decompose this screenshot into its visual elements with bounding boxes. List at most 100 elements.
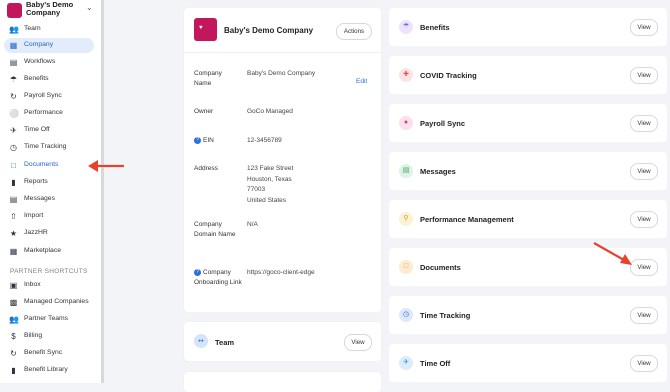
grid-icon: ▦ — [9, 247, 18, 256]
team-card: ●● Team View — [184, 322, 381, 361]
sidebar-item-label: Benefit Library — [24, 366, 68, 373]
users-icon: 👥 — [9, 315, 19, 324]
sidebar-item-payroll-sync[interactable]: ↻ Payroll Sync — [4, 89, 94, 104]
sidebar-item-label: Partner Teams — [24, 315, 69, 322]
sidebar-item-jazzhr[interactable]: ★ JazzHR — [4, 226, 94, 241]
next-card — [184, 372, 381, 392]
benefits-view-button[interactable]: View — [630, 19, 658, 36]
sidebar-item-label: Billing — [24, 332, 43, 339]
time-tracking-view-button[interactable]: View — [630, 307, 658, 324]
sidebar-item-time-off[interactable]: ✈ Time Off — [4, 123, 94, 138]
companies-icon: ▩ — [9, 298, 18, 307]
sidebar-item-label: Workflows — [24, 58, 56, 65]
sidebar: Baby's Demo Company ⌄ 👥 Team ▦ Company ▤… — [0, 0, 101, 383]
ein-label-text: EIN — [203, 137, 214, 144]
sidebar-item-performance[interactable]: ⚪ Performance — [4, 106, 94, 121]
sidebar-item-inbox[interactable]: ▣ Inbox — [4, 278, 94, 293]
sidebar-item-benefit-sync[interactable]: ↻ Benefit Sync — [4, 346, 94, 361]
module-card-covid: ✚ COVID Tracking View — [389, 56, 667, 94]
company-name-value: Baby's Demo Company — [247, 70, 316, 77]
messages-view-button[interactable]: View — [630, 163, 658, 180]
sidebar-item-label: Marketplace — [24, 247, 62, 254]
sidebar-item-label: Team — [24, 25, 41, 32]
help-icon[interactable]: ? — [194, 136, 201, 144]
company-switcher[interactable]: Baby's Demo Company ⌄ — [4, 0, 96, 20]
address-value: 123 Fake Street Houston, Texas 77003 Uni… — [247, 164, 293, 206]
ein-label: ? EIN — [194, 136, 214, 146]
module-card-time-tracking: ◷ Time Tracking View — [389, 296, 667, 334]
users-icon: 👥 — [9, 25, 19, 34]
message-icon: ▤ — [9, 195, 18, 204]
dollar-icon: $ — [11, 332, 16, 341]
sidebar-item-company[interactable]: ▦ Company — [4, 38, 94, 53]
sidebar-item-managed-companies[interactable]: ▩ Managed Companies — [4, 295, 94, 310]
sidebar-item-benefit-library[interactable]: ▮ Benefit Library — [4, 363, 94, 378]
team-view-button[interactable]: View — [344, 334, 372, 351]
address-line: Houston, Texas — [247, 175, 292, 183]
company-switcher-name: Baby's Demo Company — [26, 0, 74, 17]
module-title: Performance Management — [420, 215, 514, 224]
actions-button[interactable]: Actions — [336, 23, 372, 40]
plane-icon: ✈ — [399, 356, 413, 370]
sidebar-item-label: Payroll Sync — [24, 92, 62, 99]
time-off-view-button[interactable]: View — [630, 355, 658, 372]
team-card-title: Team — [215, 338, 235, 347]
payroll-view-button[interactable]: View — [630, 115, 658, 132]
document-icon: □ — [11, 161, 16, 170]
star-icon: ★ — [9, 229, 18, 238]
module-title: COVID Tracking — [420, 71, 477, 80]
inbox-icon: ▣ — [9, 281, 18, 290]
plane-icon: ✈ — [10, 126, 17, 135]
company-name-label: Company Name — [194, 70, 222, 87]
team-avatar-icon: ●● — [194, 334, 208, 348]
sidebar-item-messages[interactable]: ▤ Messages — [4, 192, 94, 207]
message-icon: ▤ — [399, 164, 413, 178]
module-title: Payroll Sync — [420, 119, 466, 128]
sidebar-item-label: Company — [24, 41, 54, 48]
award-icon: ⚲ — [399, 212, 413, 226]
sidebar-item-workflows[interactable]: ▤ Workflows — [4, 55, 94, 70]
sidebar-item-benefits[interactable]: ☂ Benefits — [4, 72, 94, 87]
sidebar-scrollbar[interactable] — [101, 0, 104, 383]
award-icon: ⚪ — [9, 109, 19, 118]
domain-label: Company Domain Name — [194, 221, 236, 238]
help-icon[interactable]: ? — [194, 268, 201, 276]
module-title: Documents — [420, 263, 461, 272]
sidebar-item-label: Performance — [24, 109, 63, 116]
module-card-benefits: ☂ Benefits View — [389, 8, 667, 46]
sidebar-item-billing[interactable]: $ Billing — [4, 329, 94, 344]
sidebar-item-label: Time Off — [24, 126, 50, 133]
module-title: Messages — [420, 167, 456, 176]
module-card-performance: ⚲ Performance Management View — [389, 200, 667, 238]
domain-value: N/A — [247, 221, 258, 228]
sidebar-item-time-tracking[interactable]: ◷ Time Tracking — [4, 140, 94, 155]
annotation-arrow-left — [88, 160, 124, 172]
company-logo: ♥ — [194, 18, 217, 41]
edit-link[interactable]: Edit — [356, 78, 367, 85]
partner-shortcuts-heading: PARTNER SHORTCUTS — [10, 268, 88, 275]
covid-view-button[interactable]: View — [630, 67, 658, 84]
sidebar-item-label: Benefit Sync — [24, 349, 63, 356]
bar-chart-icon: ▮ — [11, 178, 16, 187]
performance-view-button[interactable]: View — [630, 211, 658, 228]
sidebar-item-team[interactable]: 👥 Team — [4, 22, 94, 37]
documents-view-button[interactable]: View — [630, 259, 658, 276]
company-info-card: ♥ Baby's Demo Company Actions Company Na… — [184, 8, 381, 312]
umbrella-icon: ☂ — [399, 20, 413, 34]
address-label: Address — [194, 165, 218, 172]
sidebar-item-import[interactable]: ⇧ Import — [4, 209, 94, 224]
company-card-title: Baby's Demo Company — [224, 26, 314, 35]
chevron-down-icon[interactable]: ⌄ — [86, 3, 93, 12]
annotation-arrow-down-right — [593, 242, 632, 265]
sidebar-item-partner-teams[interactable]: 👥 Partner Teams — [4, 312, 94, 327]
library-icon: ▮ — [11, 366, 16, 375]
sidebar-item-documents[interactable]: □ Documents — [4, 158, 94, 173]
sidebar-item-marketplace[interactable]: ▦ Marketplace — [4, 244, 94, 259]
sidebar-item-label: Benefits — [24, 75, 49, 82]
onboarding-link[interactable]: https://goco-client-edge — [247, 268, 327, 279]
sidebar-item-reports[interactable]: ▮ Reports — [4, 175, 94, 190]
module-title: Benefits — [420, 23, 450, 32]
company-logo — [7, 3, 22, 18]
onboarding-label: ? Company Onboarding Link — [194, 268, 242, 288]
divider — [184, 52, 381, 53]
